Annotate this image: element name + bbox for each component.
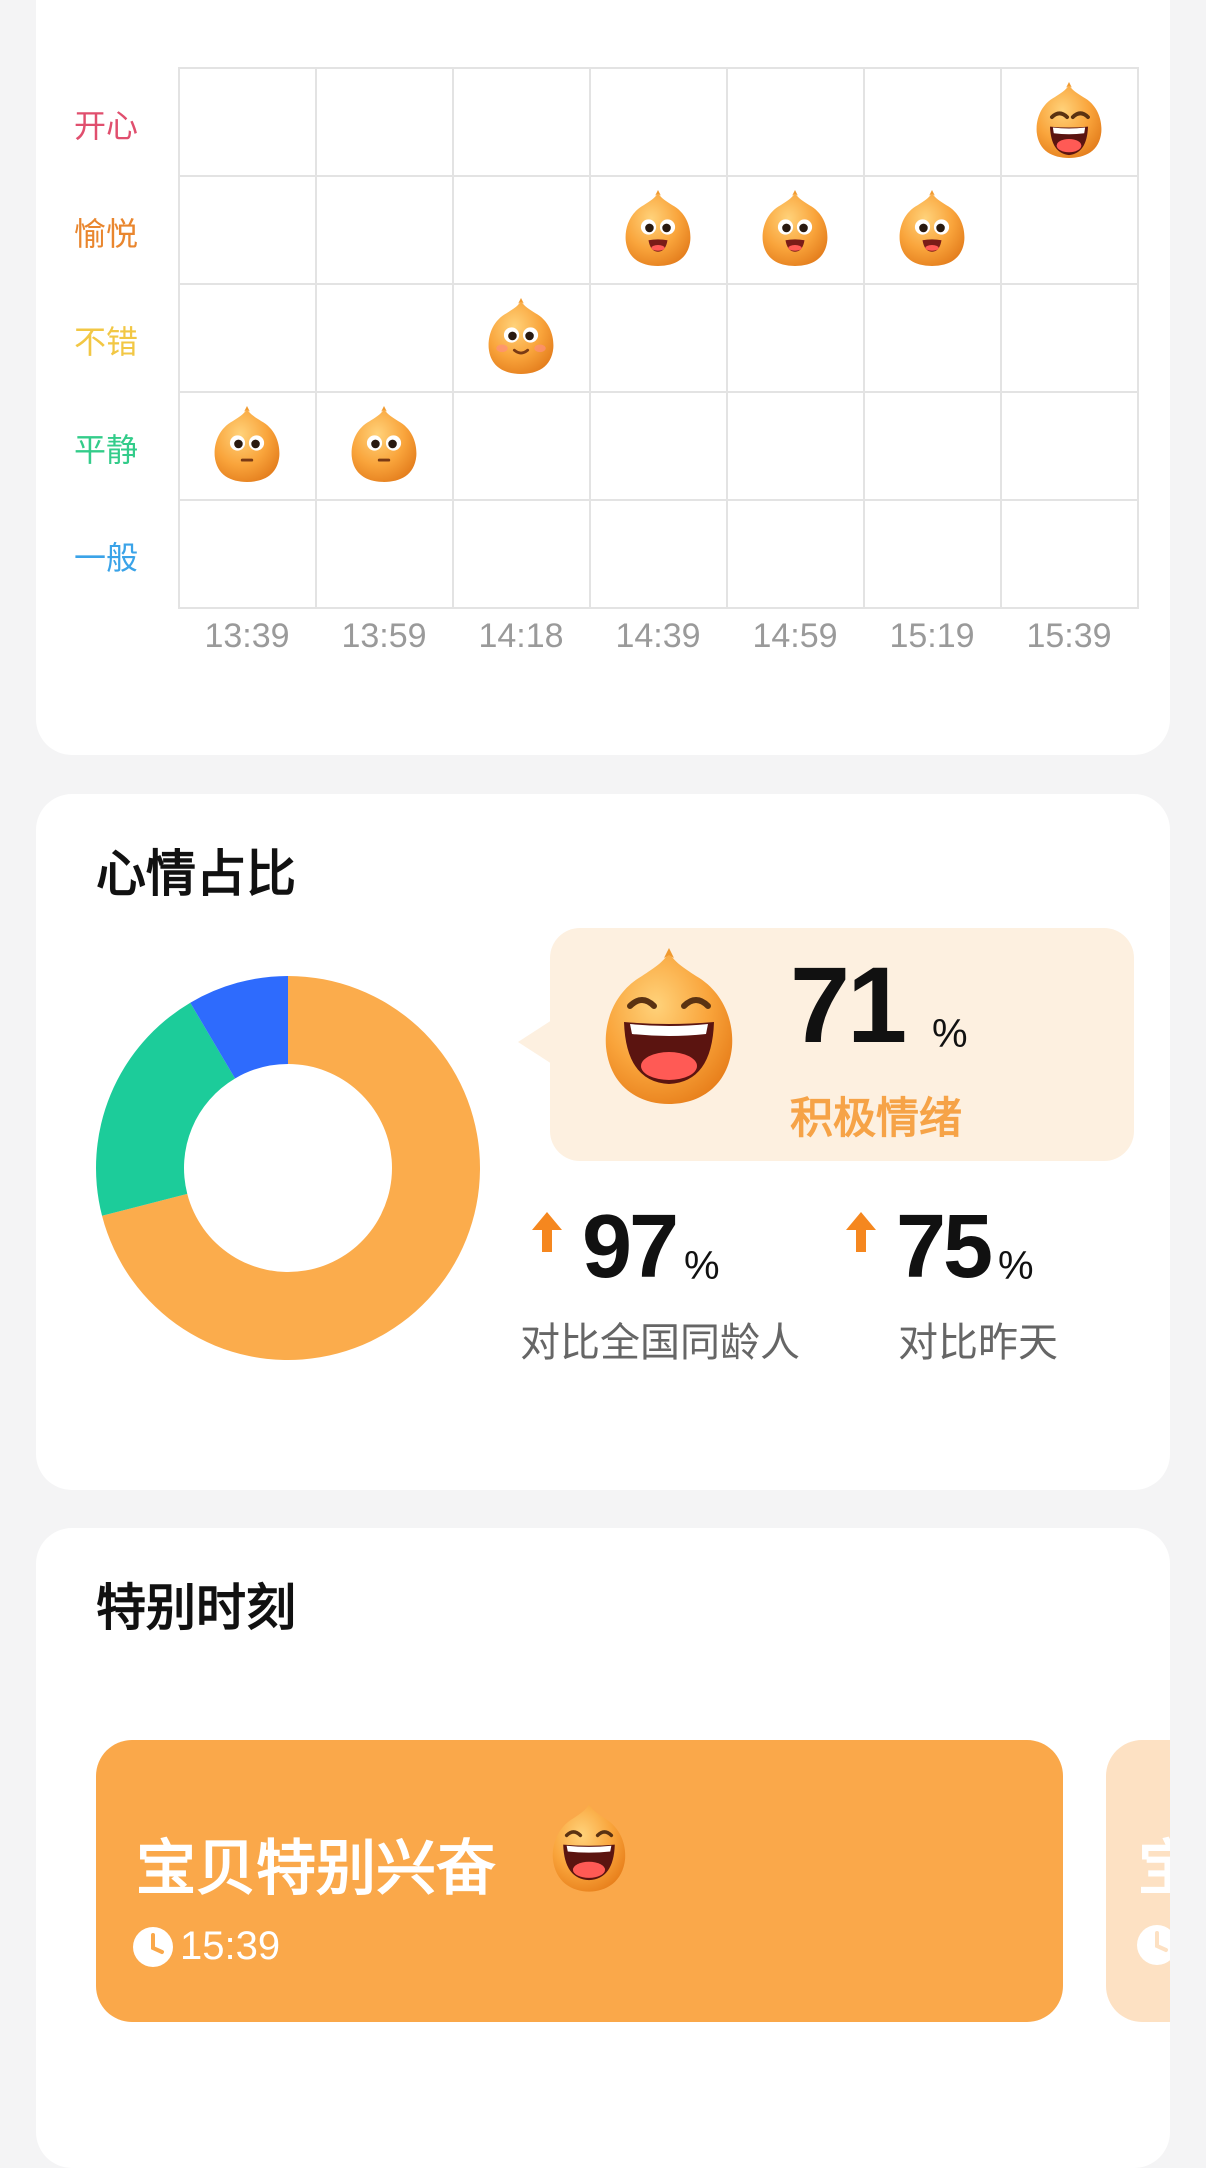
- smile-face-icon: [483, 295, 559, 375]
- mood-level-label: 不错: [74, 323, 139, 361]
- time-label: 14:39: [615, 617, 701, 655]
- grid-line: [1137, 67, 1139, 607]
- yesterday-compare-label: 对比昨天: [898, 1320, 1058, 1366]
- positive-percent: 71: [790, 944, 907, 1065]
- time-label: 13:59: [341, 617, 427, 655]
- mood-level-label: 愉悦: [74, 215, 139, 253]
- grid-line: [178, 67, 180, 607]
- moment-card-next[interactable]: 宝: [1106, 1740, 1170, 2022]
- bubble-tail: [518, 1020, 552, 1064]
- grid-line: [178, 283, 1139, 285]
- laugh-face-icon: [1031, 79, 1107, 159]
- calm-face-icon: [209, 403, 285, 483]
- mood-ratio-card: 心情占比 71 % 积极情绪 97 % 对比全国同龄人 75 % 对比昨天: [36, 794, 1170, 1490]
- time-label: 15:19: [889, 617, 975, 655]
- time-label: 14:59: [752, 617, 838, 655]
- moment-card[interactable]: 宝贝特别兴奋 15:39: [96, 1740, 1063, 2022]
- mood-grid: [178, 67, 1139, 609]
- mood-donut-chart: [95, 976, 481, 1360]
- grin-face-icon: [620, 187, 696, 267]
- mood-level-label: 一般: [74, 539, 139, 577]
- laugh-face-icon: [605, 948, 733, 1104]
- section-title: 特别时刻: [96, 1579, 296, 1637]
- mood-level-label: 开心: [74, 107, 139, 145]
- yesterday-compare-percent: 75: [896, 1197, 993, 1297]
- grid-line: [178, 499, 1139, 501]
- mood-timeline-card: 开心愉悦不错平静一般 13:39 13:59 14:18 14:39 14:59 15:1…: [36, 0, 1170, 755]
- grid-line: [726, 67, 728, 607]
- positive-percent-unit: %: [932, 1012, 968, 1056]
- grid-line: [1000, 67, 1002, 607]
- section-title: 心情占比: [96, 845, 296, 903]
- grin-face-icon: [757, 187, 833, 267]
- grid-line: [863, 67, 865, 607]
- moment-time: 15:39: [180, 1924, 281, 1968]
- peer-compare-percent: 97: [582, 1197, 679, 1297]
- grid-line: [178, 67, 1139, 69]
- laugh-face-icon: [552, 1804, 626, 1892]
- calm-face-icon: [346, 403, 422, 483]
- moment-title: 宝: [1138, 1834, 1170, 1904]
- special-moments-card: 特别时刻 宝贝特别兴奋 15:39 宝: [36, 1528, 1170, 2168]
- up-arrow-icon: [846, 1212, 876, 1252]
- grid-line: [178, 391, 1139, 393]
- grid-line: [452, 67, 454, 607]
- yesterday-compare-unit: %: [998, 1244, 1034, 1288]
- time-label: 15:39: [1026, 617, 1112, 655]
- time-label: 13:39: [204, 617, 290, 655]
- grid-line: [589, 67, 591, 607]
- grin-face-icon: [894, 187, 970, 267]
- moment-title: 宝贝特别兴奋: [136, 1834, 496, 1904]
- clock-icon: [1137, 1925, 1170, 1965]
- time-label: 14:18: [478, 617, 564, 655]
- grid-line: [178, 175, 1139, 177]
- positive-mood-label: 积极情绪: [790, 1094, 962, 1144]
- peer-compare-label: 对比全国同龄人: [520, 1320, 800, 1366]
- grid-line: [315, 67, 317, 607]
- grid-line: [178, 607, 1139, 609]
- up-arrow-icon: [532, 1212, 562, 1252]
- peer-compare-unit: %: [684, 1244, 720, 1288]
- clock-icon: [133, 1927, 173, 1967]
- mood-level-label: 平静: [74, 431, 139, 469]
